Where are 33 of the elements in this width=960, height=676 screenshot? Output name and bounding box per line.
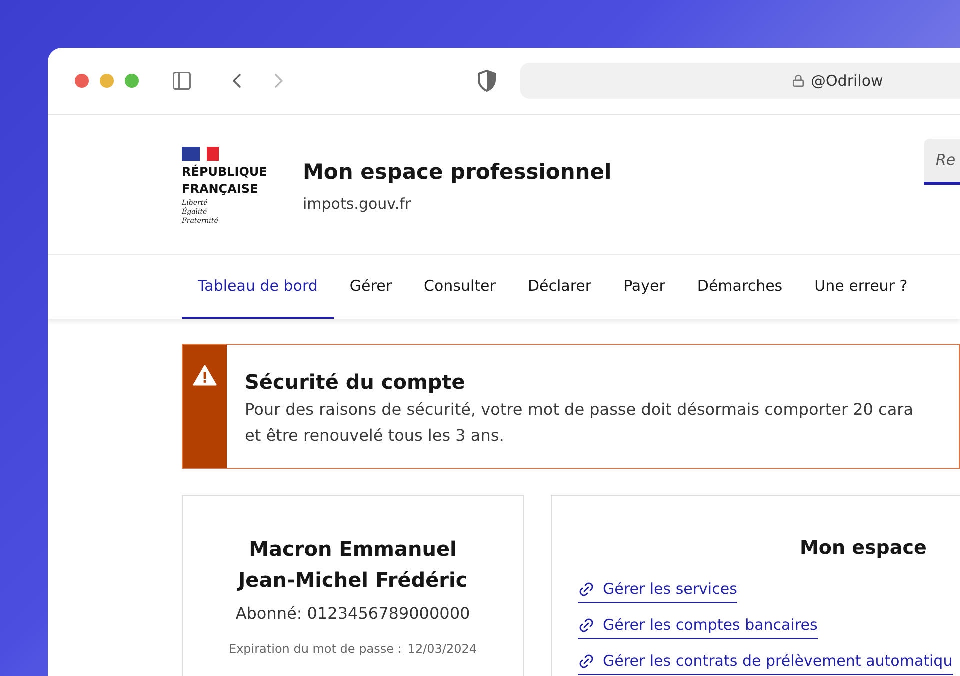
nav-tab[interactable]: Une erreur ? xyxy=(798,255,924,319)
profile-name: Jean-Michel Frédéric xyxy=(238,567,468,594)
flag-logo-icon xyxy=(182,147,219,161)
space-link[interactable]: Gérer les comptes bancaires xyxy=(578,612,818,638)
nav-tab[interactable]: Payer xyxy=(608,255,682,319)
profile-name: Macron Emmanuel xyxy=(249,536,457,563)
alert-text: et être renouvelé tous les 3 ans. xyxy=(245,425,506,447)
header-button[interactable]: Re xyxy=(924,139,960,185)
space-link[interactable]: Gérer les contrats de prélèvement automatiqu xyxy=(578,648,953,674)
close-window-button[interactable] xyxy=(75,74,89,88)
lock-icon xyxy=(792,74,805,88)
alert-title: Sécurité du compte xyxy=(245,369,466,396)
space-link[interactable]: Gérer les services xyxy=(578,576,738,602)
alert-text: Pour des raisons de sécurité, votre mot de passe doit désormais comporter 20 cara xyxy=(245,399,914,421)
logo-text: FRANÇAISE xyxy=(182,183,260,195)
zoom-window-button[interactable] xyxy=(125,74,139,88)
shield-icon[interactable] xyxy=(477,70,497,92)
address-text: @Odrilow xyxy=(811,70,884,92)
expiry-date: 12/03/2024 xyxy=(408,641,477,658)
site-subtitle: impots.gouv.fr xyxy=(303,194,412,214)
nav-tab[interactable]: Déclarer xyxy=(512,255,608,319)
logo-text: RÉPUBLIQUE xyxy=(182,166,268,178)
site-title: Mon espace professionnel xyxy=(303,159,612,186)
minimize-window-button[interactable] xyxy=(100,74,114,88)
warning-icon xyxy=(193,365,217,386)
subscriber-number: Abonné: 0123456789000000 xyxy=(236,603,470,625)
nav-tab[interactable]: Gérer xyxy=(334,255,408,319)
space-title: Mon espace xyxy=(800,536,928,561)
nav-tab[interactable]: Tableau de bord xyxy=(182,255,334,319)
address-bar[interactable]: @Odrilow xyxy=(520,63,960,99)
expiry-label: Expiration du mot de passe : xyxy=(228,641,402,658)
nav-tab[interactable]: Démarches xyxy=(681,255,799,319)
nav-tab[interactable]: Consulter xyxy=(408,255,512,319)
